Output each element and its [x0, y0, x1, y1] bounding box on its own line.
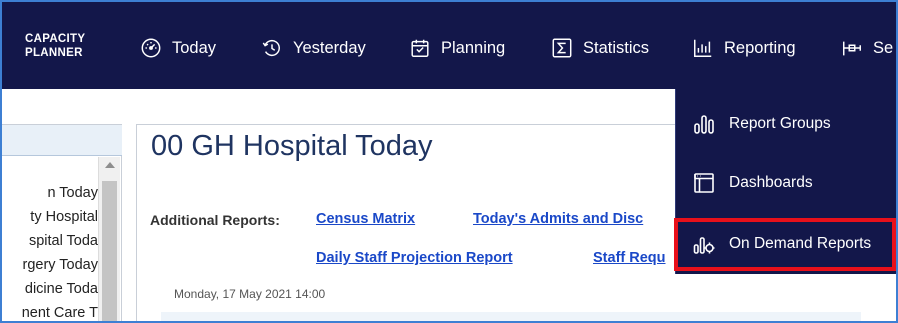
menu-item-dashboards[interactable]: Dashboards: [676, 158, 896, 208]
nav-statistics[interactable]: Statistics: [550, 35, 649, 61]
nav-settings[interactable]: Se: [840, 35, 893, 61]
nav-settings-label: Se: [873, 38, 894, 57]
sigma-icon: [550, 36, 574, 60]
history-icon: [260, 36, 284, 60]
census-matrix-link[interactable]: Census Matrix: [316, 211, 415, 227]
nav-today[interactable]: Today: [139, 35, 216, 61]
scroll-thumb[interactable]: [102, 181, 117, 321]
nav-planning-label: Planning: [441, 38, 506, 57]
nav-statistics-label: Statistics: [583, 38, 650, 57]
tree-scrollbar[interactable]: [98, 157, 120, 321]
nav-reporting[interactable]: Reporting: [691, 35, 796, 61]
settings-icon: [840, 36, 864, 60]
top-navigation-bar: CAPACITY PLANNER Today Yesterday Plannin…: [2, 2, 896, 89]
staff-requirements-link[interactable]: Staff Requ: [593, 250, 666, 266]
report-groups-label: Report Groups: [729, 115, 831, 132]
nav-yesterday[interactable]: Yesterday: [260, 35, 366, 61]
app-logo[interactable]: CAPACITY PLANNER: [25, 32, 85, 60]
unit-tree-panel: n Today ty Hospital spital Toda rgery To…: [2, 124, 122, 321]
nav-planning[interactable]: Planning: [408, 35, 505, 61]
menu-item-report-groups[interactable]: Report Groups: [676, 99, 896, 149]
page-title: 00 GH Hospital Today: [151, 130, 433, 162]
reporting-dropdown-menu: Report Groups Dashboards On Demand Repor…: [674, 89, 896, 274]
brand-line-1: CAPACITY: [25, 33, 86, 45]
app-window: CAPACITY PLANNER Today Yesterday Plannin…: [0, 0, 898, 323]
report-groups-icon: [691, 111, 717, 137]
bar-chart-icon: [691, 36, 715, 60]
admits-discharges-link[interactable]: Today's Admits and Disc: [473, 211, 643, 227]
highlight-box: [674, 218, 896, 271]
tree-item[interactable]: n Today: [2, 183, 98, 205]
tree-item[interactable]: dicine Toda: [2, 279, 98, 301]
tree-item[interactable]: rgery Today: [2, 255, 99, 277]
nav-today-label: Today: [172, 38, 217, 57]
report-datetime: Monday, 17 May 2021 14:00: [174, 287, 326, 301]
additional-reports-label: Additional Reports:: [150, 212, 280, 228]
nav-yesterday-label: Yesterday: [293, 38, 366, 57]
dashboards-label: Dashboards: [729, 174, 813, 191]
brand-line-2: PLANNER: [25, 47, 83, 59]
nav-reporting-label: Reporting: [724, 38, 796, 57]
daily-staff-projection-link[interactable]: Daily Staff Projection Report: [316, 250, 513, 266]
speedometer-icon: [139, 36, 163, 60]
scroll-up-arrow-icon[interactable]: [105, 162, 115, 168]
tree-item[interactable]: spital Toda: [2, 231, 98, 253]
dashboard-icon: [691, 170, 717, 196]
unit-tree-header: [2, 125, 122, 156]
calendar-icon: [408, 36, 432, 60]
tree-item[interactable]: ty Hospital: [2, 207, 98, 229]
content-strip: [161, 312, 861, 321]
tree-item[interactable]: nent Care T: [2, 303, 98, 321]
